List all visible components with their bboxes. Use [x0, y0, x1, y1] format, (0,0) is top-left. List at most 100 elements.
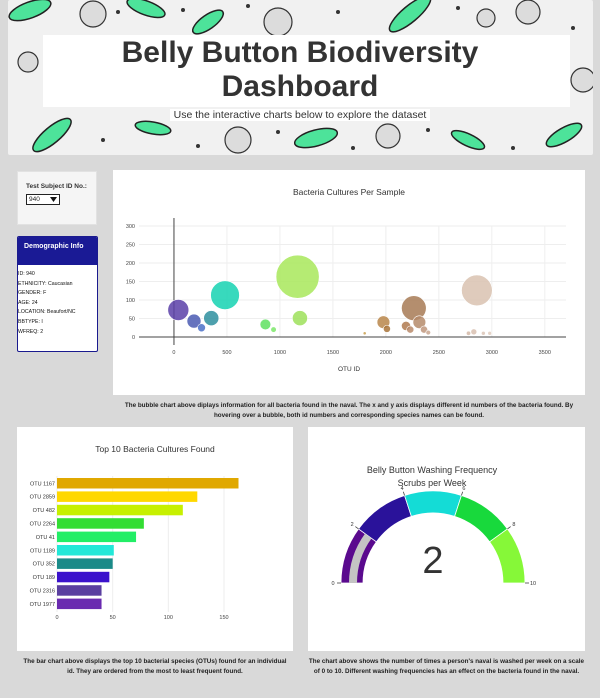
bubble-point	[425, 329, 431, 336]
y-tick-label: 300	[126, 224, 135, 230]
y-tick-label: 50	[129, 317, 135, 323]
bar	[57, 478, 239, 489]
bubble-point	[383, 324, 391, 333]
x-tick-label: 1500	[327, 350, 339, 356]
x-tick-label: 2500	[433, 350, 445, 356]
gauge-tick	[507, 526, 511, 530]
demographic-id: ID: 940	[18, 271, 35, 277]
demographic-info-title: Demographic Info	[18, 237, 97, 265]
gauge-value: 2	[422, 540, 443, 582]
bar	[57, 518, 144, 529]
y-tick-label: 150	[126, 280, 135, 286]
bar-category-label: OTU 1977	[30, 602, 55, 608]
gauge-tick-label: 6	[462, 486, 465, 492]
demographic-age: AGE: 24	[18, 299, 38, 306]
subject-selector-panel: Test Subject ID No.: 940	[17, 171, 97, 225]
bubble-chart-title: Bacteria Cultures Per Sample	[293, 187, 405, 197]
x-tick-label: 50	[110, 615, 116, 621]
gauge-tick	[461, 491, 464, 496]
bubble-point	[210, 280, 240, 310]
bubble-point	[470, 328, 478, 336]
page-title: Belly Button Biodiversity Dashboard	[121, 36, 479, 103]
bubble-point	[481, 331, 486, 336]
bar	[57, 598, 102, 610]
bubble-point	[275, 254, 320, 299]
bubble-point	[292, 310, 308, 327]
bar-category-label: OTU 189	[33, 575, 55, 581]
x-tick-label: 0	[172, 350, 175, 356]
subject-id-dropdown[interactable]: 940	[26, 194, 60, 205]
demographic-bbtype: BBTYPE: I	[18, 318, 43, 325]
bubble-point	[487, 331, 493, 336]
x-tick-label: 3500	[539, 350, 551, 356]
x-tick-label: 1000	[274, 350, 286, 356]
bar-category-label: OTU 2264	[30, 521, 55, 527]
bubble-point	[197, 323, 206, 333]
gauge-chart-panel: Belly Button Washing Frequency Scrubs per…	[308, 427, 585, 651]
gauge-tick	[355, 526, 359, 530]
gauge-chart-caption: The chart above shows the number of time…	[308, 658, 585, 675]
bar-category-label: OTU 482	[33, 508, 55, 514]
bar-category-label: OTU 2316	[30, 588, 55, 594]
gauge-tick-label: 10	[530, 581, 536, 587]
subject-selector-label: Test Subject ID No.:	[26, 183, 87, 190]
bar-chart-panel: Top 10 Bacteria Cultures Found 0 50 100 150 O…	[17, 427, 293, 651]
bar-category-label: OTU 2859	[30, 495, 55, 501]
gauge-tick	[402, 491, 405, 496]
bar-chart[interactable]: Top 10 Bacteria Cultures Found 0 50 100 150 O…	[17, 427, 293, 651]
x-tick-label: 150	[219, 615, 228, 621]
bar	[57, 545, 114, 556]
demographic-gender: GENDER: F	[18, 290, 47, 297]
y-tick-label: 0	[132, 335, 135, 341]
bubble-chart-panel: Bacteria Cultures Per Sample 0 50 100 150 200…	[113, 170, 585, 395]
y-tick-label: 100	[126, 298, 135, 304]
bar-category-label: OTU 41	[36, 535, 55, 541]
bar	[57, 531, 137, 543]
bubble-point	[362, 331, 367, 336]
bar	[57, 571, 110, 583]
bar-category-label: OTU 1167	[30, 481, 55, 487]
x-tick-label: 500	[222, 350, 231, 356]
bar	[57, 491, 198, 502]
bubble-point	[461, 274, 493, 307]
page-subtitle-text: Use the interactive charts below to expl…	[169, 109, 431, 121]
demographic-ethnicity: ETHNICITY: Caucasian	[18, 280, 73, 287]
bar-category-label: OTU 1189	[30, 548, 55, 554]
demographic-info-panel: Demographic Info ID: 940 ETHNICITY: Cauc…	[17, 236, 98, 352]
gauge-tick-label: 8	[512, 522, 515, 528]
bar	[57, 504, 183, 516]
y-tick-label: 200	[126, 261, 135, 267]
demographic-wfreq: WFREQ: 2	[18, 328, 44, 335]
demographic-location: LOCATION: Beaufort/NC	[18, 309, 76, 316]
gauge-title: Belly Button Washing Frequency	[367, 465, 498, 475]
subject-id-value: 940	[29, 196, 40, 203]
chevron-down-icon	[50, 197, 57, 202]
bar-chart-caption: The bar chart above displays the top 10 …	[23, 658, 287, 675]
x-tick-label: 3000	[486, 350, 498, 356]
bar-category-label: OTU 352	[33, 562, 55, 568]
gauge-subtitle: Scrubs per Week	[398, 478, 467, 488]
page-subtitle: Use the interactive charts below to expl…	[0, 109, 600, 121]
bar-chart-title: Top 10 Bacteria Cultures Found	[95, 444, 215, 454]
gauge-tick-label: 4	[401, 486, 404, 492]
demographic-info-body: ID: 940 ETHNICITY: Caucasian GENDER: F A…	[18, 265, 97, 337]
gauge-band	[404, 490, 462, 517]
gauge-tick-label: 0	[331, 581, 334, 587]
bubble-point	[203, 310, 220, 327]
x-axis-label: OTU ID	[338, 366, 360, 373]
bar	[57, 558, 113, 569]
bubble-point	[259, 318, 272, 331]
bubble-point	[406, 325, 415, 334]
bubble-chart[interactable]: Bacteria Cultures Per Sample 0 50 100 150 200…	[113, 170, 585, 395]
bubble-point	[270, 326, 277, 333]
gauge-chart[interactable]: Belly Button Washing Frequency Scrubs per…	[308, 427, 585, 651]
bubble-point	[167, 299, 190, 321]
x-tick-label: 2000	[380, 350, 392, 356]
bar	[57, 585, 102, 596]
bubble-point	[466, 330, 472, 336]
x-tick-label: 100	[164, 615, 173, 621]
x-tick-label: 0	[55, 615, 58, 621]
y-tick-label: 250	[126, 243, 135, 249]
bubble-chart-caption: The bubble chart above diplays informati…	[124, 402, 574, 419]
gauge-tick-label: 2	[351, 522, 354, 528]
